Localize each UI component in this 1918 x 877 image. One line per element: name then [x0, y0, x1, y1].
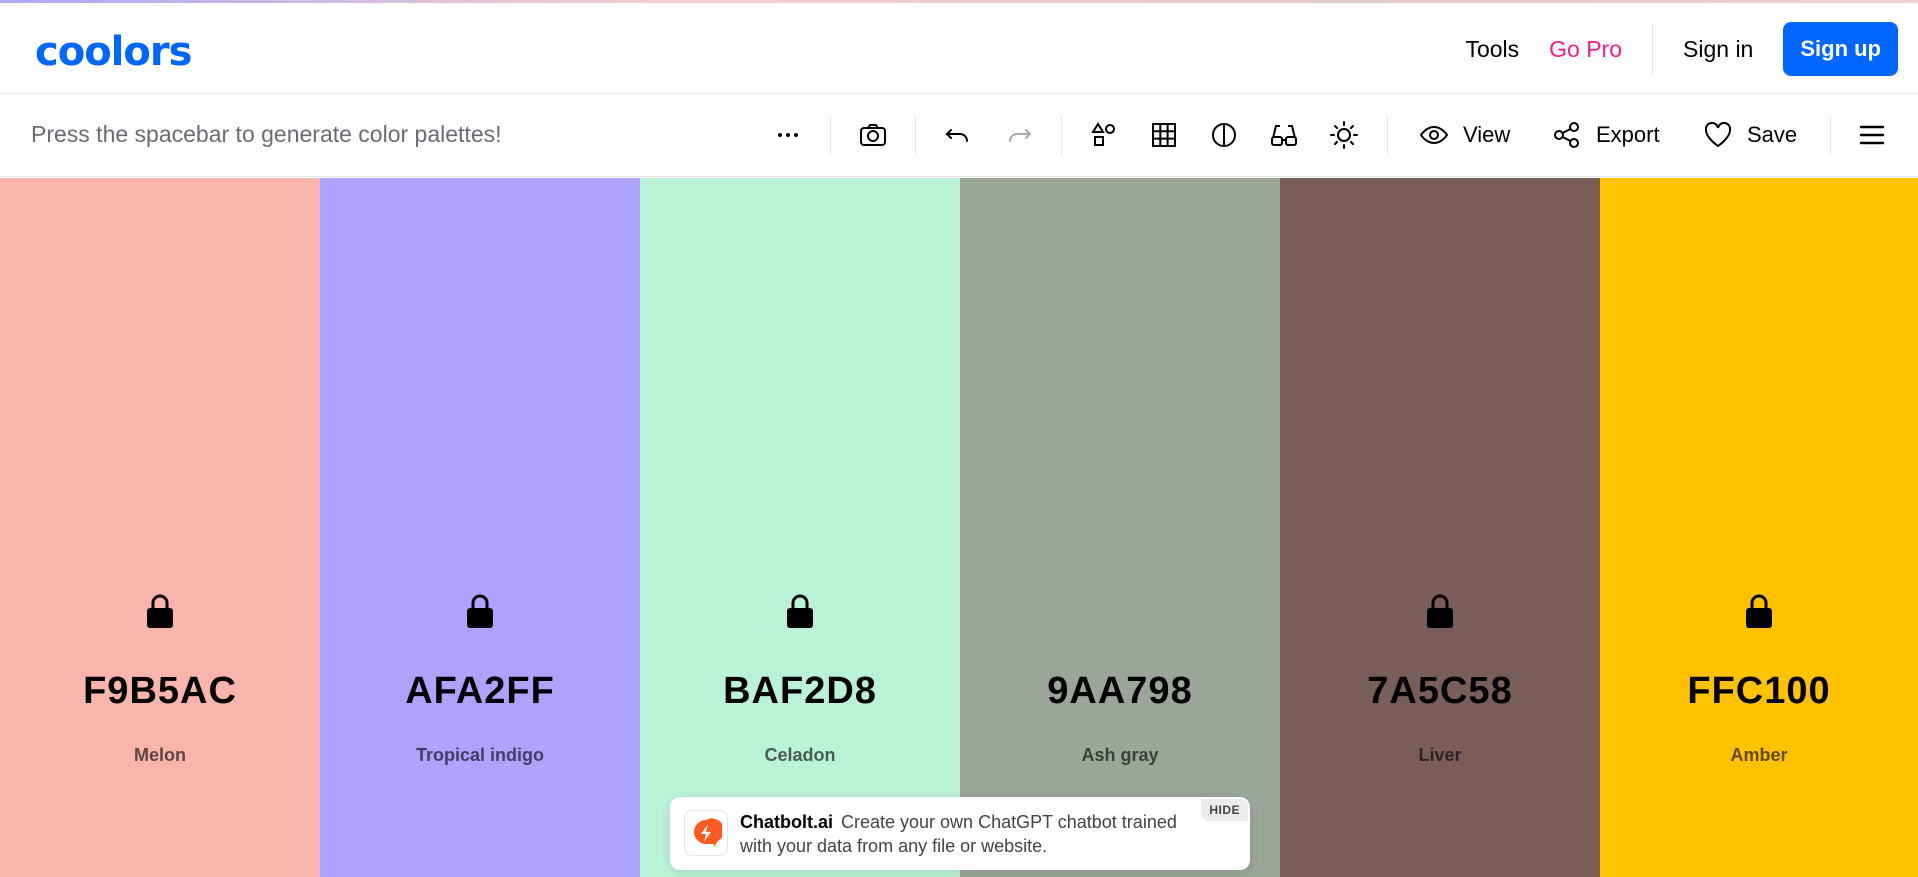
shapes-icon[interactable] [1084, 115, 1124, 155]
spacebar-hint: Press the spacebar to generate color pal… [31, 121, 502, 147]
color-name: Tropical indigo [415, 745, 544, 765]
more-options-icon[interactable] [768, 115, 808, 155]
go-pro-link[interactable]: Go Pro [1549, 36, 1622, 63]
hex-code[interactable]: FFC100 [1600, 670, 1918, 713]
color-name: Melon [134, 745, 186, 765]
toolbar: Press the spacebar to generate color pal… [0, 95, 1918, 177]
chatbolt-logo-icon [684, 810, 728, 856]
coolors-logo[interactable]: coolors [35, 29, 192, 75]
sign-up-button[interactable]: Sign up [1783, 22, 1898, 76]
export-label: Export [1596, 122, 1660, 147]
export-button[interactable]: Export [1552, 115, 1660, 155]
toolbar-divider [1387, 115, 1388, 155]
camera-icon[interactable] [853, 115, 893, 155]
ad-brand: Chatbolt.ai [740, 812, 833, 832]
hex-code[interactable]: AFA2FF [320, 670, 640, 713]
contrast-icon[interactable] [1204, 115, 1244, 155]
color-swatch[interactable]: 7A5C58 Liver [1280, 178, 1600, 877]
lock-icon[interactable] [465, 593, 495, 629]
toolbar-divider [1061, 115, 1062, 155]
color-name: Celadon [764, 745, 836, 765]
hide-ad-button[interactable]: HIDE [1201, 799, 1248, 821]
color-swatch[interactable]: FFC100 Amber [1600, 178, 1918, 877]
ad-text: Chatbolt.ai Create your own ChatGPT chatb… [740, 810, 1180, 858]
brightness-icon[interactable] [1324, 115, 1364, 155]
toolbar-divider [1830, 115, 1831, 155]
view-button[interactable]: View [1419, 115, 1510, 155]
hamburger-menu-icon[interactable] [1852, 115, 1892, 155]
grid-icon[interactable] [1144, 115, 1184, 155]
sponsored-ad[interactable]: Chatbolt.ai Create your own ChatGPT chatb… [670, 797, 1250, 870]
share-icon [1554, 122, 1579, 148]
sign-in-link[interactable]: Sign in [1683, 36, 1753, 63]
heart-icon [1704, 121, 1732, 148]
hex-code[interactable]: BAF2D8 [640, 670, 960, 713]
color-name: Liver [1418, 745, 1462, 765]
lock-icon[interactable] [1425, 593, 1455, 629]
hex-code[interactable]: F9B5AC [0, 670, 320, 713]
lock-icon[interactable] [1744, 593, 1774, 629]
glasses-icon[interactable] [1264, 115, 1304, 155]
redo-icon[interactable] [999, 115, 1039, 155]
save-button[interactable]: Save [1703, 115, 1797, 155]
color-name: Amber [1730, 745, 1788, 765]
lock-icon[interactable] [785, 593, 815, 629]
lock-icon[interactable] [145, 593, 175, 629]
toolbar-divider [915, 115, 916, 155]
view-label: View [1463, 122, 1511, 147]
tools-link[interactable]: Tools [1465, 36, 1519, 63]
palette: F9B5AC Melon AFA2FF Tropical indigo BAF2… [0, 178, 1918, 877]
color-swatch[interactable]: F9B5AC Melon [0, 178, 320, 877]
color-swatch[interactable]: BAF2D8 Celadon [640, 178, 960, 877]
hex-code[interactable]: 7A5C58 [1280, 670, 1600, 713]
color-name: Ash gray [1081, 745, 1159, 765]
eye-icon [1419, 125, 1449, 145]
color-swatch[interactable]: AFA2FF Tropical indigo [320, 178, 640, 877]
header: coolors Tools Go Pro Sign in Sign up [0, 3, 1918, 94]
undo-icon[interactable] [938, 115, 978, 155]
save-label: Save [1747, 122, 1798, 147]
toolbar-divider [830, 115, 831, 155]
color-swatch[interactable]: 9AA798 Ash gray [960, 178, 1280, 877]
header-nav: Tools Go Pro Sign in Sign up [1465, 22, 1898, 76]
hex-code[interactable]: 9AA798 [960, 670, 1280, 713]
nav-divider [1652, 24, 1654, 74]
